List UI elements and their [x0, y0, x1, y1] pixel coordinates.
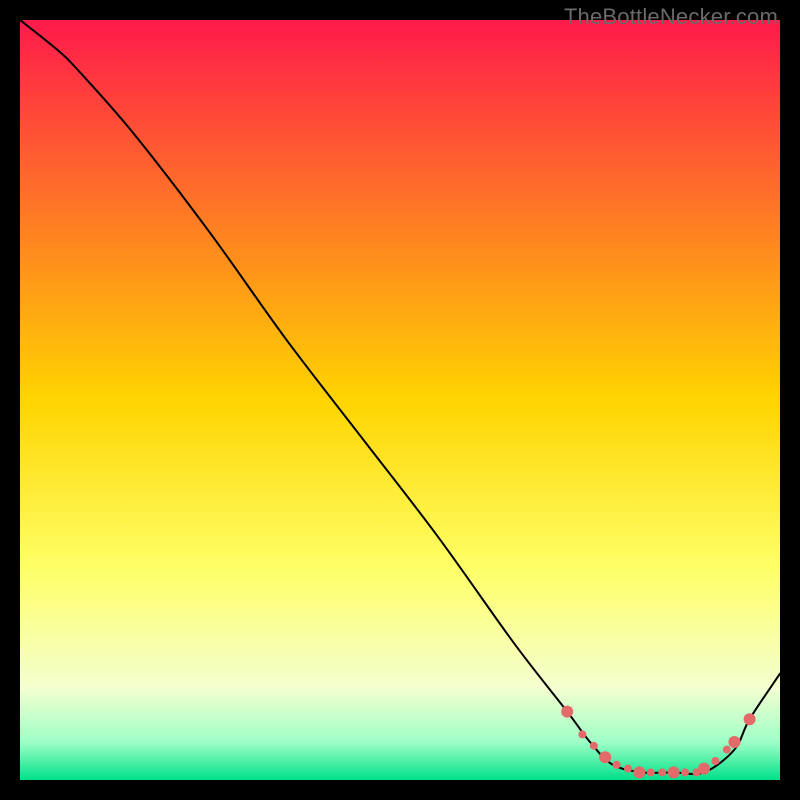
highlight-dot — [633, 766, 645, 778]
highlight-dot — [698, 763, 710, 775]
highlight-dot — [613, 761, 621, 769]
highlight-dot — [658, 768, 666, 776]
highlight-dot — [590, 742, 598, 750]
highlight-dot — [578, 730, 586, 738]
highlight-dot — [647, 768, 655, 776]
highlight-dot — [599, 751, 611, 763]
highlight-dot — [711, 757, 719, 765]
watermark-text: TheBottleNecker.com — [564, 4, 778, 30]
highlight-dot — [681, 768, 689, 776]
highlight-dot — [728, 736, 740, 748]
chart-svg — [20, 20, 780, 780]
highlight-dot — [723, 746, 731, 754]
highlight-dot — [744, 713, 756, 725]
chart-frame — [20, 20, 780, 780]
highlight-dot — [624, 765, 632, 773]
highlight-dot — [561, 706, 573, 718]
highlight-dot — [668, 766, 680, 778]
